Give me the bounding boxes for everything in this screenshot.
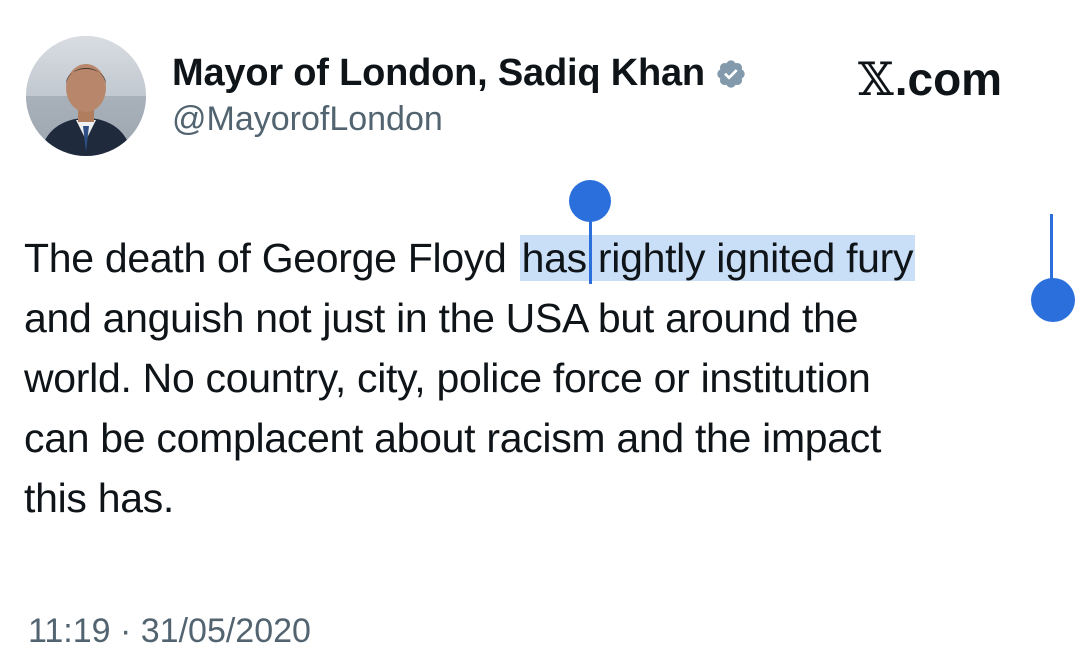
tweet-line: and anguish not just in the USA but arou… [24, 295, 859, 341]
author-display-name[interactable]: Mayor of London, Sadiq Khan [172, 52, 705, 95]
selection-end-caret [1050, 214, 1053, 288]
avatar[interactable] [26, 36, 146, 156]
selection-end-handle[interactable] [1031, 278, 1075, 322]
author-handle[interactable]: @MayorofLondon [172, 100, 443, 139]
tweet-line: The death of George Floyd has rightly ig… [24, 228, 1064, 288]
tweet-text[interactable]: The death of George Floyd has rightly ig… [24, 228, 1064, 528]
profile-photo [26, 36, 146, 156]
tweet-line: world. No country, city, police force or… [24, 355, 871, 401]
verified-badge-icon [715, 58, 747, 90]
tweet-line: can be complacent about racism and the i… [24, 415, 882, 461]
selection-start-caret [589, 210, 592, 284]
author-name-row[interactable]: Mayor of London, Sadiq Khan [172, 52, 747, 95]
tweet-timestamp[interactable]: 11:19 · 31/05/2020 [28, 612, 311, 651]
tweet-line: this has. [24, 475, 174, 521]
tweet-text-segment: The death of George Floyd [24, 235, 507, 281]
selected-text[interactable]: has rightly ignited fury [519, 235, 916, 281]
x-com-watermark: 𝕏 .com [858, 52, 1002, 106]
watermark-domain: .com [894, 53, 1003, 105]
x-logo-icon: 𝕏 [858, 52, 894, 106]
